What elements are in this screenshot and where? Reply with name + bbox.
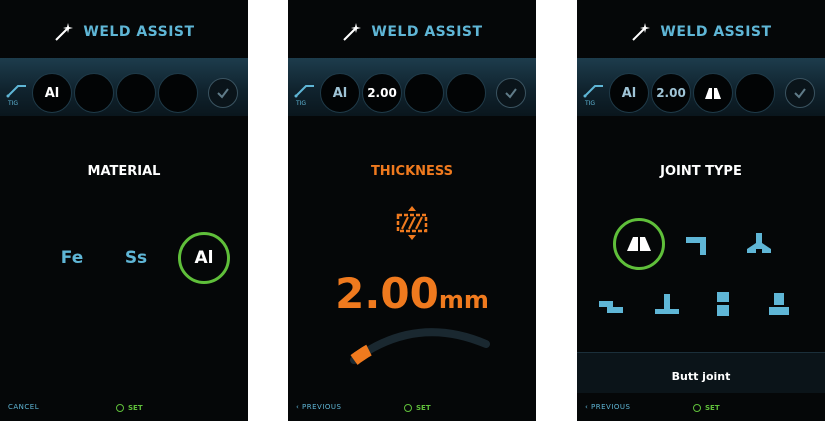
check-icon	[505, 88, 517, 99]
summary-slot-joint[interactable]	[404, 73, 444, 113]
joint-option-pipe[interactable]	[757, 282, 801, 326]
step-heading: MATERIAL	[87, 164, 161, 179]
set-dot-icon	[404, 404, 412, 412]
lap-joint-icon	[599, 301, 623, 313]
footer: CANCEL SET	[0, 391, 248, 421]
summary-slot-4[interactable]	[446, 73, 486, 113]
joint-option-fillet[interactable]	[645, 282, 689, 326]
confirm-check-button[interactable]	[785, 78, 815, 108]
check-icon	[794, 88, 806, 99]
joint-option-t[interactable]	[737, 222, 781, 266]
selection-summary-strip: TIG Al 2.00	[288, 58, 536, 116]
set-label: SET	[128, 404, 143, 412]
set-button[interactable]: SET	[693, 404, 720, 412]
summary-slot-4[interactable]	[735, 73, 775, 113]
joint-type-screen: WELD ASSIST TIG Al 2.00 JOINT TYPE Butt …	[577, 0, 825, 421]
butt-joint-icon	[705, 88, 721, 99]
confirm-check-button[interactable]	[496, 78, 526, 108]
process-label: TIG	[296, 100, 307, 107]
summary-slot-material[interactable]: Al	[609, 73, 649, 113]
magic-wand-icon	[55, 23, 74, 41]
thickness-gauge-slider[interactable]	[346, 318, 496, 368]
thickness-icon	[396, 206, 428, 240]
thickness-number: 2.00	[335, 269, 439, 318]
corner-joint-icon	[686, 237, 706, 255]
set-dot-icon	[693, 404, 701, 412]
tig-torch-icon	[6, 85, 26, 98]
app-title: WELD ASSIST	[83, 24, 195, 40]
set-button[interactable]: SET	[404, 404, 431, 412]
tig-torch-icon	[294, 85, 314, 98]
joint-option-edge[interactable]	[701, 282, 745, 326]
thickness-unit: mm	[438, 286, 489, 314]
set-dot-icon	[116, 404, 124, 412]
joint-option-lap[interactable]	[589, 282, 633, 326]
set-label: SET	[705, 404, 720, 412]
process-label: TIG	[585, 100, 596, 107]
summary-slot-material[interactable]: Al	[32, 73, 72, 113]
thickness-screen: WELD ASSIST TIG Al 2.00 THICKNESS 2.00mm…	[288, 0, 536, 421]
previous-button[interactable]: ‹ PREVIOUS	[585, 403, 630, 411]
footer: ‹ PREVIOUS SET	[577, 391, 825, 421]
summary-slot-4[interactable]	[158, 73, 198, 113]
material-option-ss[interactable]: Ss	[110, 232, 162, 284]
material-option-al[interactable]: Al	[178, 232, 230, 284]
app-title: WELD ASSIST	[660, 24, 772, 40]
gauge-fill	[350, 344, 372, 365]
magic-wand-icon	[632, 23, 651, 41]
confirm-check-button[interactable]	[208, 78, 238, 108]
title-bar: WELD ASSIST	[577, 14, 825, 50]
title-bar: WELD ASSIST	[288, 14, 536, 50]
title-bar: WELD ASSIST	[0, 14, 248, 50]
process-label: TIG	[8, 100, 19, 107]
summary-slot-material[interactable]: Al	[320, 73, 360, 113]
selection-summary-strip: TIG Al	[0, 58, 248, 116]
app-title: WELD ASSIST	[371, 24, 483, 40]
pipe-joint-icon	[769, 293, 789, 315]
check-icon	[217, 88, 229, 99]
step-heading: THICKNESS	[370, 164, 454, 179]
fillet-joint-icon	[655, 294, 679, 314]
footer: ‹ PREVIOUS SET	[288, 391, 536, 421]
step-heading: JOINT TYPE	[660, 164, 742, 179]
joint-option-butt[interactable]	[613, 218, 665, 270]
material-screen: WELD ASSIST TIG Al MATERIAL Fe Ss Al CAN…	[0, 0, 248, 421]
butt-joint-icon	[627, 237, 651, 251]
cancel-button[interactable]: CANCEL	[8, 403, 39, 411]
magic-wand-icon	[343, 23, 362, 41]
previous-button[interactable]: ‹ PREVIOUS	[296, 403, 341, 411]
selection-summary-strip: TIG Al 2.00	[577, 58, 825, 116]
summary-slot-thickness[interactable]: 2.00	[362, 73, 402, 113]
summary-slot-joint[interactable]	[116, 73, 156, 113]
tig-torch-icon	[583, 85, 603, 98]
summary-slot-thickness[interactable]	[74, 73, 114, 113]
summary-slot-joint[interactable]	[693, 73, 733, 113]
set-button[interactable]: SET	[116, 404, 143, 412]
thickness-value[interactable]: 2.00mm	[288, 270, 536, 324]
material-option-fe[interactable]: Fe	[46, 232, 98, 284]
joint-option-corner[interactable]	[675, 222, 719, 266]
summary-slot-thickness[interactable]: 2.00	[651, 73, 691, 113]
set-label: SET	[416, 404, 431, 412]
t-joint-icon	[747, 233, 771, 253]
edge-joint-icon	[717, 292, 729, 316]
selected-joint-name: Butt joint	[671, 370, 731, 383]
